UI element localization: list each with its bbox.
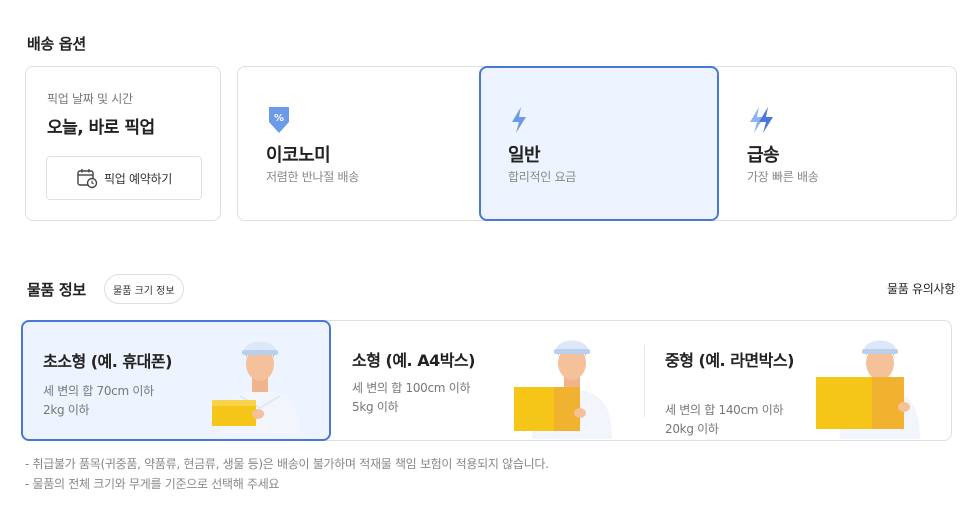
reserve-pickup-label: 픽업 예약하기 [104, 171, 172, 186]
speed-name: 일반 [508, 145, 541, 166]
size-desc: 세 변의 합 70cm 이하 2kg 이하 [43, 384, 154, 417]
speed-option-express[interactable]: 급송 가장 빠른 배송 [719, 67, 956, 220]
size-desc: 세 변의 합 100cm 이하 5kg 이하 [352, 381, 471, 414]
speed-desc: 저렴한 반나절 배송 [266, 170, 359, 184]
pickup-value: 오늘, 바로 픽업 [47, 118, 155, 138]
size-name: 중형 (예. 라면박스) [665, 351, 794, 370]
courier-medium-box-illustration [510, 329, 620, 443]
double-lightning-icon [747, 105, 777, 139]
courier-large-box-illustration [814, 329, 926, 443]
pickup-card: 픽업 날짜 및 시간 오늘, 바로 픽업 픽업 예약하기 [25, 66, 221, 221]
size-desc: 세 변의 합 140cm 이하 20kg 이하 [665, 403, 784, 436]
calendar-clock-icon [76, 167, 98, 189]
size-info-button[interactable]: 물품 크기 정보 [104, 274, 184, 304]
item-size-group: 초소형 (예. 휴대폰) 세 변의 합 70cm 이하 2kg 이하 소형 (예… [21, 320, 952, 441]
item-info-title: 물품 정보 [27, 281, 86, 299]
svg-text:%: % [274, 113, 284, 124]
pickup-sublabel: 픽업 날짜 및 시간 [47, 92, 133, 106]
speed-name: 급송 [747, 145, 780, 166]
discount-tag-icon: % [266, 105, 292, 139]
speed-option-normal[interactable]: 일반 합리적인 요금 [479, 66, 719, 221]
delivery-options-title: 배송 옵션 [27, 35, 86, 53]
speed-option-economy[interactable]: % 이코노미 저렴한 반나절 배송 [238, 67, 479, 220]
size-name: 소형 (예. A4박스) [352, 351, 475, 370]
size-option-medium[interactable]: 중형 (예. 라면박스) 세 변의 합 140cm 이하 20kg 이하 [642, 321, 953, 440]
lightning-icon [508, 105, 530, 139]
speed-desc: 합리적인 요금 [508, 170, 576, 184]
delivery-speed-group: % 이코노미 저렴한 반나절 배송 일반 합리적인 요금 급송 가장 빠른 배송 [237, 66, 957, 221]
speed-desc: 가장 빠른 배송 [747, 170, 819, 184]
courier-small-box-illustration [208, 330, 308, 438]
size-name: 초소형 (예. 휴대폰) [43, 352, 172, 371]
reserve-pickup-button[interactable]: 픽업 예약하기 [46, 156, 202, 200]
size-option-small[interactable]: 소형 (예. A4박스) 세 변의 합 100cm 이하 5kg 이하 [332, 321, 642, 440]
speed-name: 이코노미 [266, 145, 331, 166]
notice-line: - 물품의 전체 크기와 무게를 기준으로 선택해 주세요 [25, 477, 280, 491]
size-option-extra-small[interactable]: 초소형 (예. 휴대폰) 세 변의 합 70cm 이하 2kg 이하 [21, 320, 331, 441]
notice-line: - 취급불가 품목(귀중품, 약품류, 현금류, 생물 등)은 배송이 불가하며… [25, 457, 549, 471]
item-notes-link[interactable]: 물품 유의사항 [887, 280, 955, 297]
